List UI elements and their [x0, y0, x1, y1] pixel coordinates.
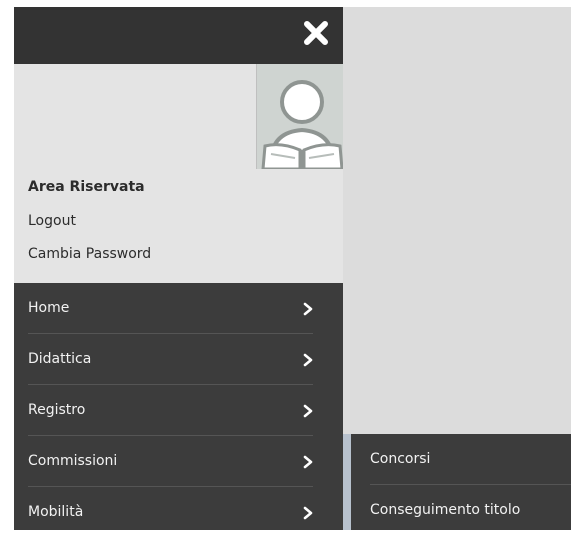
- side-menu-panel: Area Riservata Logout Cambia Password Ho…: [14, 7, 343, 530]
- change-password-link[interactable]: Cambia Password: [28, 245, 328, 263]
- submenu-item-concorsi[interactable]: Concorsi: [370, 434, 571, 485]
- menu-header: [14, 7, 343, 64]
- chevron-right-icon: [303, 455, 313, 469]
- menu-item-label: Commissioni: [28, 453, 118, 469]
- menu-item-commissioni[interactable]: Commissioni: [28, 436, 313, 487]
- user-avatar-icon: [261, 80, 343, 171]
- logout-link[interactable]: Logout: [28, 212, 328, 230]
- chevron-right-icon: [303, 506, 313, 520]
- submenu-accent-bar: [343, 434, 351, 530]
- chevron-right-icon: [303, 353, 313, 367]
- submenu-item-label: Conseguimento titolo: [370, 502, 521, 518]
- close-icon: [304, 21, 328, 45]
- menu-item-didattica[interactable]: Didattica: [28, 334, 313, 385]
- area-riservata-title: Area Riservata: [28, 179, 145, 195]
- menu-item-label: Mobilità: [28, 504, 84, 520]
- user-avatar: [256, 64, 343, 171]
- menu-item-label: Registro: [28, 402, 86, 418]
- chevron-right-icon: [303, 302, 313, 316]
- commissioni-submenu: Concorsi Conseguimento titolo: [343, 434, 571, 530]
- menu-item-registro[interactable]: Registro: [28, 385, 313, 436]
- user-links: Area Riservata Logout Cambia Password: [28, 178, 328, 278]
- menu-item-home[interactable]: Home: [28, 283, 313, 334]
- main-menu: Home Didattica Registro Commissioni Mobi…: [14, 283, 343, 530]
- menu-item-label: Home: [28, 300, 70, 316]
- menu-item-mobilita[interactable]: Mobilità: [28, 487, 313, 530]
- submenu-item-label: Concorsi: [370, 451, 431, 467]
- close-button[interactable]: [301, 18, 331, 48]
- menu-item-label: Didattica: [28, 351, 92, 367]
- chevron-right-icon: [303, 404, 313, 418]
- submenu-item-conseguimento-titolo[interactable]: Conseguimento titolo: [370, 485, 571, 535]
